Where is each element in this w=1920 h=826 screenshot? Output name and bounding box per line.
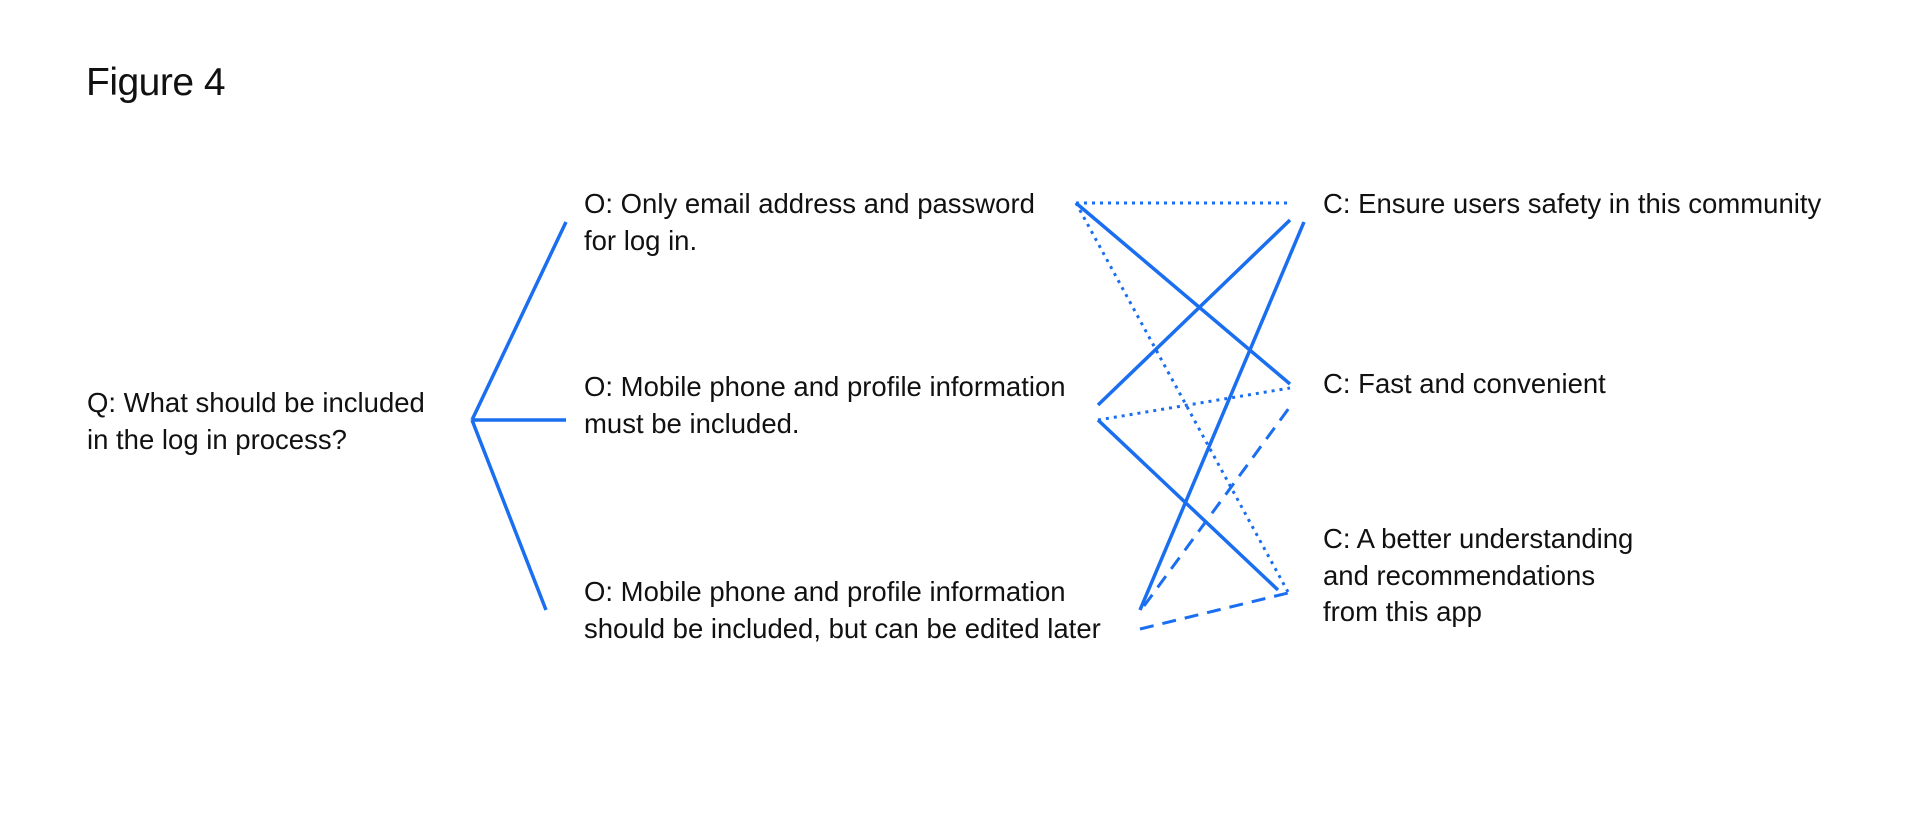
criterion-text-line: and recommendations bbox=[1323, 559, 1596, 591]
question-node: Q: What should be included in the log in… bbox=[87, 385, 425, 458]
branch-connector bbox=[470, 221, 568, 421]
criterion-text-line: from this app bbox=[1323, 596, 1482, 627]
option-text-line: O: Mobile phone and profile information bbox=[584, 576, 1066, 607]
option-criterion-link bbox=[1074, 201, 1292, 386]
option-text-line: O: Mobile phone and profile information bbox=[584, 371, 1066, 402]
option-text-line: for log in. bbox=[584, 224, 698, 256]
option-text-line: should be included, but can be edited la… bbox=[584, 612, 1101, 644]
criterion-text-line: C: Ensure users safety in this community bbox=[1323, 188, 1822, 219]
criterion-node: C: Ensure users safety in this community bbox=[1323, 186, 1821, 223]
figure-title: Figure 4 bbox=[86, 61, 226, 104]
question-text-line: in the log in process? bbox=[87, 423, 347, 455]
option-node: O: Mobile phone and profile information … bbox=[584, 574, 1101, 647]
option-node: O: Only email address and password for l… bbox=[584, 186, 1035, 259]
option-node: O: Mobile phone and profile information … bbox=[584, 369, 1066, 442]
branch-connector bbox=[470, 419, 548, 611]
option-text-line: O: Only email address and password bbox=[584, 188, 1035, 219]
criterion-text-line: C: A better understanding bbox=[1323, 523, 1634, 554]
option-criterion-link bbox=[1097, 386, 1291, 422]
option-criterion-link bbox=[1142, 403, 1294, 607]
criterion-node: C: A better understanding and recommenda… bbox=[1323, 521, 1633, 631]
option-text-line: must be included. bbox=[584, 407, 800, 439]
option-criterion-link bbox=[1139, 590, 1293, 631]
option-criterion-link bbox=[1096, 418, 1280, 592]
criterion-node: C: Fast and convenient bbox=[1323, 366, 1606, 403]
criterion-text-line: C: Fast and convenient bbox=[1323, 368, 1606, 399]
question-text-line: Q: What should be included bbox=[87, 387, 425, 418]
